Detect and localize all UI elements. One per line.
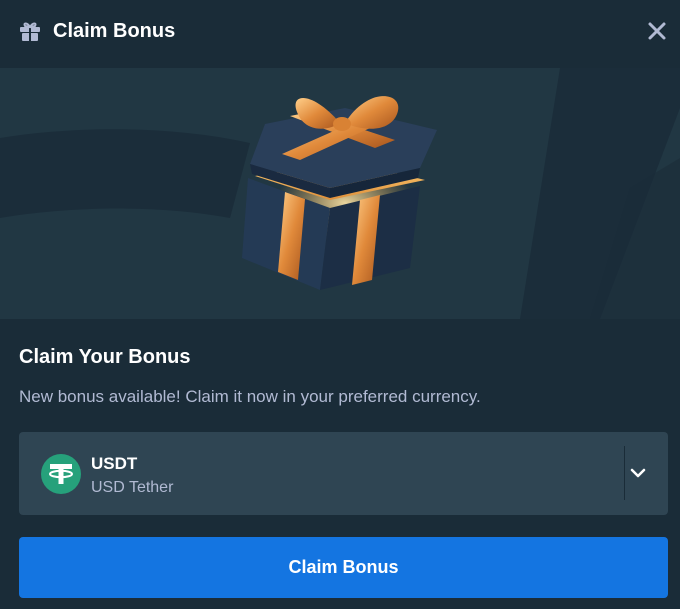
currency-code: USDT	[91, 454, 138, 473]
modal-header: Claim Bonus	[0, 0, 680, 68]
close-icon[interactable]	[645, 19, 669, 43]
claim-bonus-button[interactable]: Claim Bonus	[19, 537, 668, 598]
gift-icon	[19, 20, 41, 42]
select-divider	[624, 446, 625, 500]
gift-box-illustration	[0, 68, 680, 319]
currency-select[interactable]: USDT USD Tether	[19, 432, 668, 515]
bonus-description: New bonus available! Claim it now in you…	[19, 387, 481, 406]
claim-bonus-modal: Claim Bonus Claim Your Bonus New bonus a…	[0, 0, 680, 609]
chevron-down-icon[interactable]	[627, 462, 649, 484]
tether-icon	[41, 454, 81, 494]
currency-name: USD Tether	[91, 479, 174, 496]
modal-title: Claim Bonus	[53, 20, 176, 42]
bonus-heading: Claim Your Bonus	[19, 346, 191, 368]
bonus-banner	[0, 68, 680, 319]
